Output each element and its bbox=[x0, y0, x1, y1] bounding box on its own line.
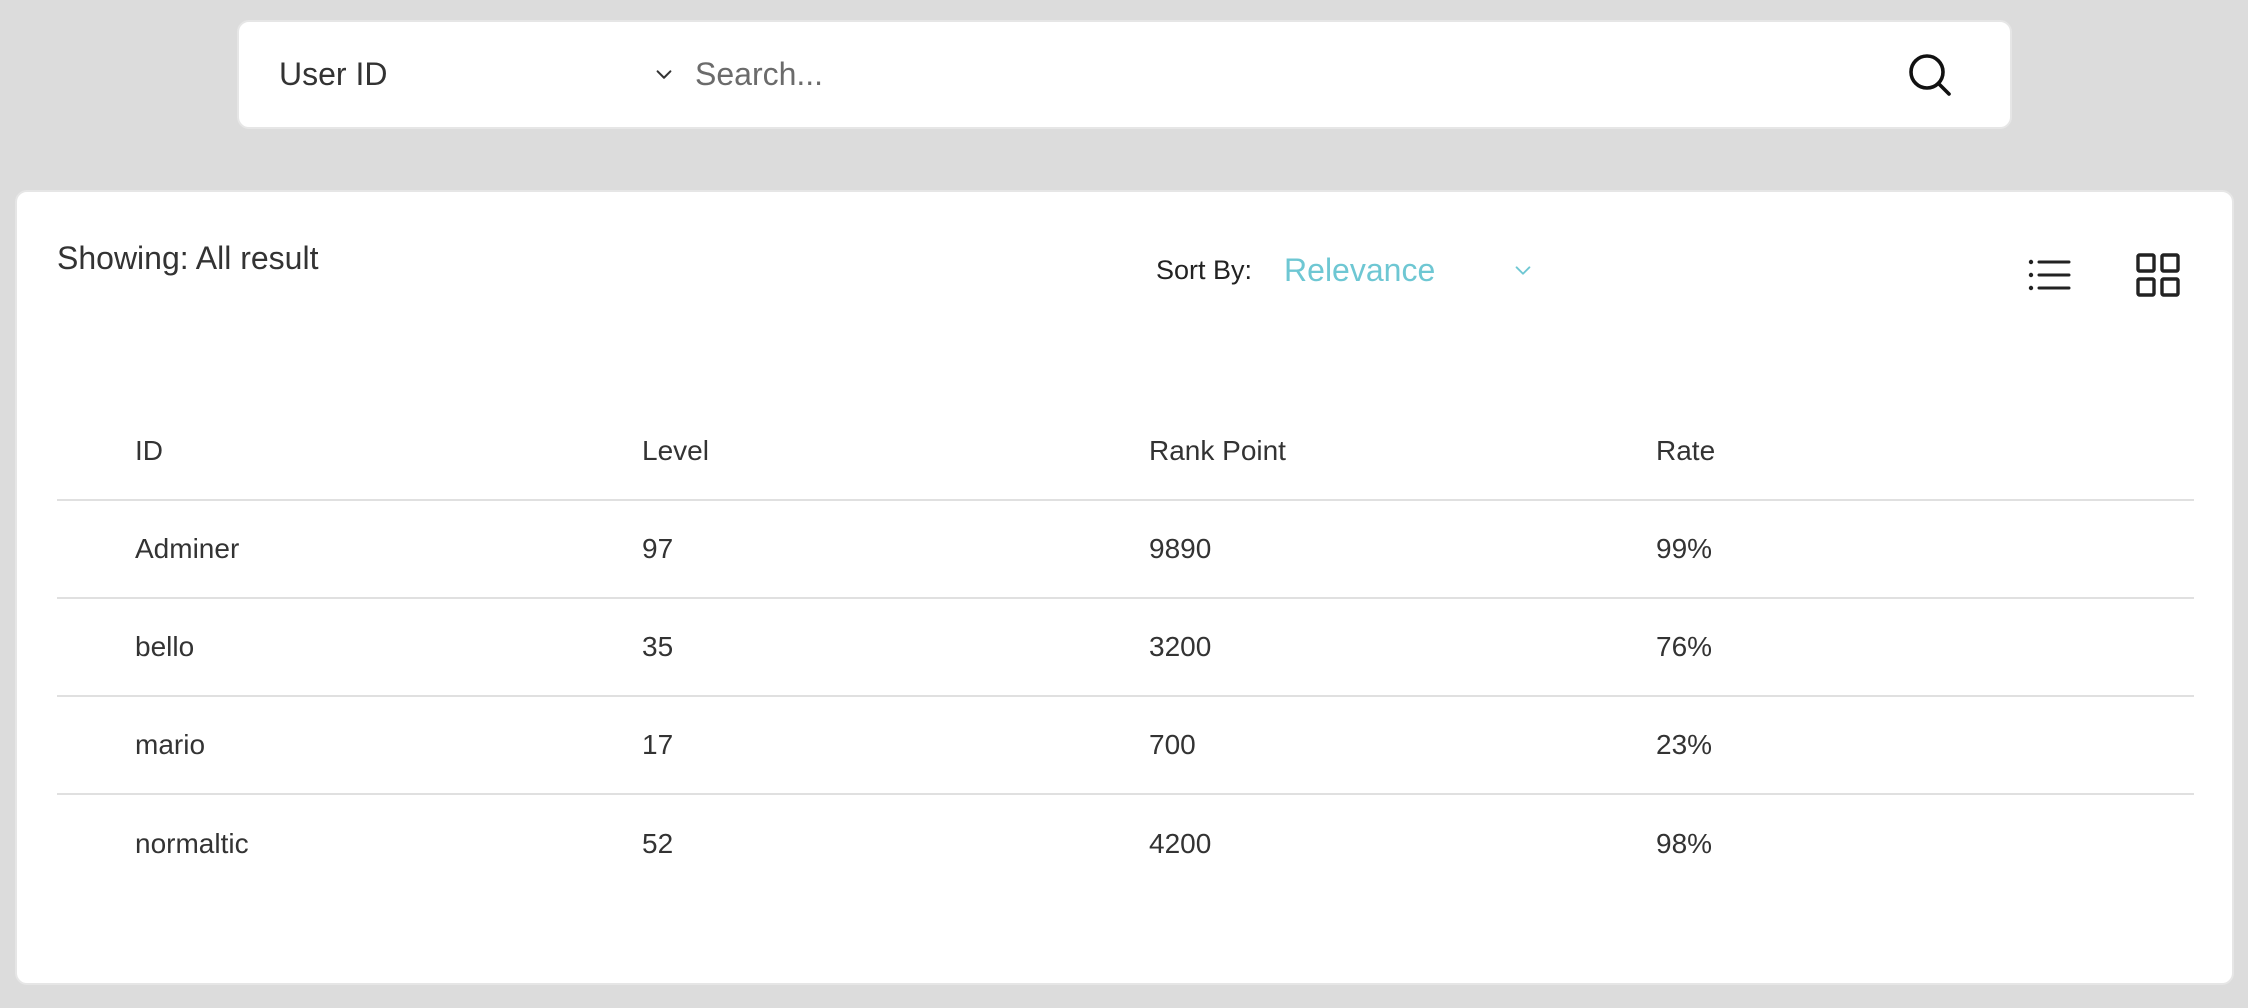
cell-rank-point: 3200 bbox=[1149, 631, 1212, 662]
search-type-dropdown[interactable]: User ID bbox=[239, 22, 679, 127]
column-header-rank-point[interactable]: Rank Point bbox=[1149, 402, 1656, 500]
results-count-label: Showing: All result bbox=[57, 240, 319, 276]
results-panel: Showing: All result Sort By: Relevance I… bbox=[15, 190, 2234, 985]
chevron-down-icon bbox=[656, 69, 672, 79]
cell-rate: 76% bbox=[1656, 631, 1713, 662]
cell-rate: 99% bbox=[1656, 533, 1713, 564]
cell-rank-point: 4200 bbox=[1149, 827, 1212, 859]
search-type-label: User ID bbox=[279, 56, 388, 92]
column-header-level[interactable]: Level bbox=[642, 402, 1149, 500]
list-icon bbox=[2028, 259, 2071, 291]
cell-rank-point: 9890 bbox=[1149, 533, 1212, 564]
grid-view-button[interactable] bbox=[2135, 252, 2181, 298]
chevron-down-icon bbox=[1515, 265, 1531, 275]
search-icon bbox=[1909, 53, 1951, 96]
cell-level: 17 bbox=[642, 729, 674, 760]
cell-id: normaltic bbox=[135, 827, 249, 859]
search-button[interactable] bbox=[1900, 45, 1960, 105]
column-header-id[interactable]: ID bbox=[57, 402, 642, 500]
table-header-row: ID Level Rank Point Rate bbox=[57, 402, 2194, 500]
sort-value: Relevance bbox=[1284, 252, 1436, 288]
cell-id: mario bbox=[135, 729, 206, 760]
sort-label: Sort By: bbox=[1156, 255, 1253, 285]
cell-id: Adminer bbox=[135, 533, 240, 564]
search-input[interactable] bbox=[679, 22, 1900, 127]
results-table: ID Level Rank Point Rate Adminer 97 9890… bbox=[57, 402, 2194, 892]
column-header-rate[interactable]: Rate bbox=[1656, 402, 2194, 500]
table-row[interactable]: Adminer 97 9890 99% bbox=[57, 500, 2194, 598]
cell-level: 35 bbox=[642, 631, 674, 662]
cell-rate: 23% bbox=[1656, 729, 1713, 760]
grid-icon bbox=[2136, 253, 2180, 297]
cell-rank-point: 700 bbox=[1149, 729, 1196, 760]
cell-rate: 98% bbox=[1656, 827, 1713, 859]
table-row[interactable]: mario 17 700 23% bbox=[57, 696, 2194, 794]
cell-id: bello bbox=[135, 631, 195, 662]
sort-dropdown[interactable]: Relevance bbox=[1284, 252, 1534, 289]
sort-control: Sort By: Relevance bbox=[1156, 252, 1534, 289]
table-row[interactable]: bello 35 3200 76% bbox=[57, 598, 2194, 696]
search-bar: User ID bbox=[237, 20, 2012, 129]
table-row[interactable]: normaltic 52 4200 98% bbox=[57, 794, 2194, 892]
list-view-button[interactable] bbox=[2027, 252, 2073, 298]
cell-level: 97 bbox=[642, 533, 674, 564]
cell-level: 52 bbox=[642, 827, 674, 859]
